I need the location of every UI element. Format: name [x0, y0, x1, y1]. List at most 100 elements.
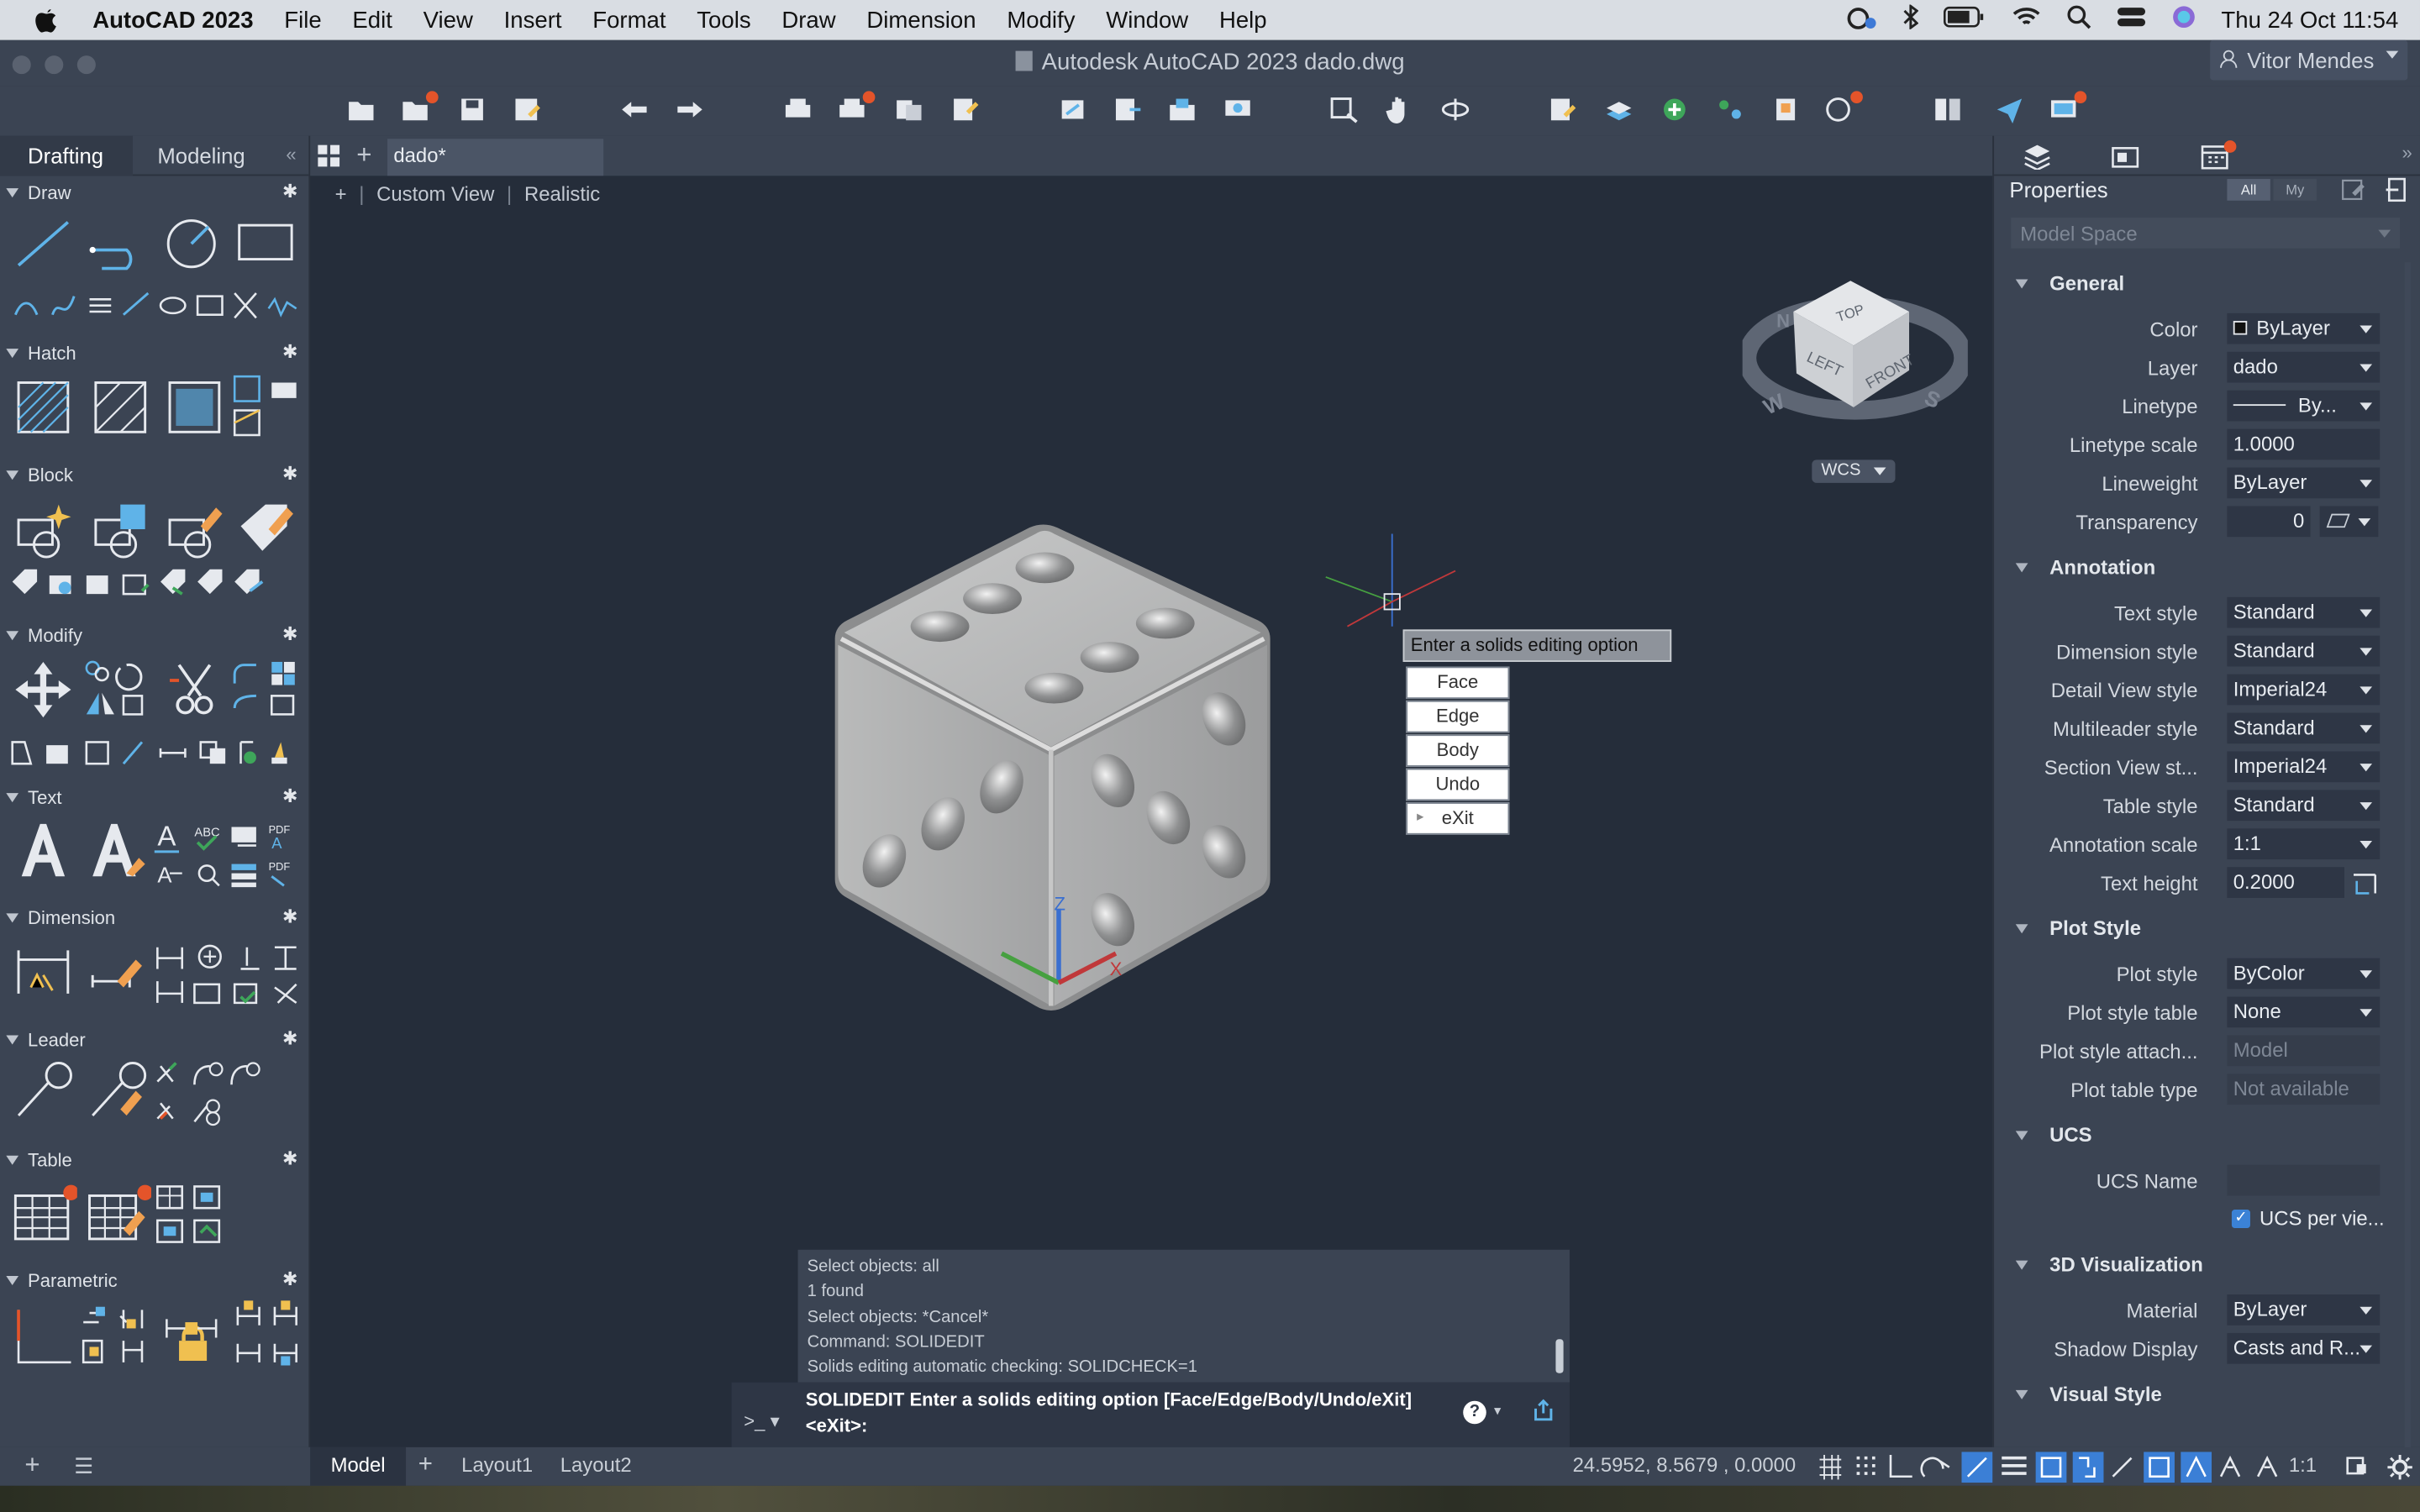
edit-block-icon[interactable]	[164, 498, 225, 559]
menu-tools[interactable]: Tools	[697, 7, 750, 33]
multileader-icon[interactable]	[13, 1060, 74, 1121]
gear-icon[interactable]: ✱	[282, 623, 297, 645]
annotation-scale[interactable]: 1:1	[2289, 1447, 2317, 1486]
annotation-scale-dropdown[interactable]: 1:1	[2227, 828, 2381, 860]
ucs-per-viewport-checkbox[interactable]: ✓	[2231, 1209, 2250, 1229]
collapse-palette-icon[interactable]: «	[286, 144, 296, 165]
battery-icon[interactable]	[1944, 6, 1986, 34]
user-account-menu[interactable]: Vitor Mendes	[2210, 39, 2408, 81]
geometric-constraint-icon[interactable]	[13, 1307, 74, 1368]
share-view-icon[interactable]	[1054, 91, 1091, 128]
multileader-style-dropdown[interactable]: Standard	[2227, 712, 2381, 744]
polyline-tool-icon[interactable]	[87, 213, 148, 274]
section-view-style-dropdown[interactable]: Imperial24	[2227, 751, 2381, 783]
text-small-tools-icon[interactable]: A ABC PDFA A PDF	[154, 817, 302, 891]
group-3d-visualization[interactable]: 3D Visualization	[1994, 1247, 2402, 1284]
view-name[interactable]: Custom View	[376, 182, 494, 206]
ucs-name-input[interactable]	[2227, 1164, 2381, 1196]
coordinates-readout[interactable]: 24.5952, 8.5679 , 0.0000	[1557, 1447, 1811, 1486]
option-edge[interactable]: Edge	[1406, 700, 1510, 733]
command-line[interactable]: >_ ▾ SOLIDEDIT Enter a solids editing op…	[731, 1382, 1570, 1447]
hatch-small-tools-icon[interactable]	[229, 373, 306, 441]
trim-icon[interactable]	[164, 659, 225, 720]
move-icon[interactable]	[13, 659, 74, 720]
line-tool-icon[interactable]	[13, 213, 74, 274]
filter-my-button[interactable]: My	[2273, 179, 2317, 201]
expand-palette-icon[interactable]: »	[2402, 142, 2412, 164]
zoom-window-icon[interactable]	[1326, 91, 1363, 128]
tab-modeling[interactable]: Modeling	[133, 135, 245, 176]
group-plot-style[interactable]: Plot Style	[1994, 911, 2402, 948]
filter-all-button[interactable]: All	[2227, 179, 2270, 201]
menu-edit[interactable]: Edit	[352, 7, 392, 33]
gear-icon[interactable]: ✱	[282, 1027, 297, 1049]
ucs-menu[interactable]: WCS	[1812, 459, 1896, 483]
start-tab-icon[interactable]	[317, 144, 341, 176]
selection-dropdown[interactable]: Model Space	[2011, 217, 2401, 249]
text-height-input[interactable]: 0.2000	[2227, 867, 2344, 898]
pick-point-icon[interactable]	[2350, 869, 2378, 896]
plot-style-table-dropdown[interactable]: None	[2227, 996, 2381, 1028]
dimension-icon[interactable]	[13, 941, 74, 1002]
search-icon[interactable]	[2067, 5, 2091, 36]
properties-palette-icon[interactable]	[1929, 91, 1966, 128]
table-icon[interactable]	[13, 1184, 77, 1245]
block-small-tools-icon[interactable]	[9, 566, 287, 603]
boundary-icon[interactable]	[164, 376, 225, 438]
add-icon[interactable]: +	[24, 1451, 39, 1482]
gear-icon[interactable]: ✱	[282, 463, 297, 485]
import-icon[interactable]	[1108, 91, 1145, 128]
etransmit-icon[interactable]	[1164, 91, 1201, 128]
status-toggle-icons[interactable]	[1817, 1452, 2357, 1483]
chevron-down-icon[interactable]: ▾	[1494, 1403, 1501, 1420]
leader-small-tools-icon[interactable]	[155, 1060, 278, 1128]
group-visual-style[interactable]: Visual Style	[1994, 1376, 2402, 1413]
parametric-tools-col-icon[interactable]	[81, 1304, 151, 1372]
option-undo[interactable]: Undo	[1406, 768, 1510, 801]
open-file-icon[interactable]	[398, 91, 439, 128]
dimensional-constraint-icon[interactable]	[160, 1298, 302, 1375]
attribute-icon[interactable]	[234, 498, 296, 559]
tab-dado[interactable]: dado*	[387, 139, 604, 176]
option-body[interactable]: Body	[1406, 734, 1510, 767]
gear-icon[interactable]: ✱	[282, 906, 297, 927]
hatch-icon[interactable]	[13, 376, 74, 438]
tab-layout1[interactable]: Layout1	[446, 1447, 549, 1486]
gear-icon[interactable]: ✱	[282, 181, 297, 202]
share-icon[interactable]	[1531, 1398, 1555, 1422]
control-center-icon[interactable]	[2117, 5, 2148, 36]
wifi-icon[interactable]	[2012, 5, 2043, 36]
material-dropdown[interactable]: ByLayer	[2227, 1294, 2381, 1326]
tab-drafting[interactable]: Drafting	[0, 134, 133, 176]
multileader-style-icon[interactable]	[87, 1060, 148, 1121]
display-settings-icon[interactable]	[2047, 91, 2087, 128]
menu-format[interactable]: Format	[592, 7, 666, 33]
export-pdf-icon[interactable]	[946, 91, 983, 128]
quick-select-icon[interactable]	[2339, 176, 2367, 203]
menu-view[interactable]: View	[424, 7, 473, 33]
color-dropdown[interactable]: ByLayer	[2227, 312, 2381, 344]
table-style-icon[interactable]	[87, 1184, 151, 1245]
table-small-tools-icon[interactable]	[155, 1184, 232, 1252]
group-ucs[interactable]: UCS	[1994, 1117, 2402, 1154]
modify-tools-col-icon[interactable]	[83, 659, 154, 729]
send-icon[interactable]	[1991, 91, 2028, 128]
design-center-icon[interactable]	[1656, 91, 1693, 128]
linetype-dropdown[interactable]: By...	[2227, 390, 2381, 422]
menu-insert[interactable]: Insert	[504, 7, 562, 33]
history-scrollbar[interactable]	[1555, 1339, 1564, 1373]
save-as-icon[interactable]	[509, 91, 546, 128]
match-properties-icon[interactable]	[1545, 91, 1582, 128]
menu-draw[interactable]: Draw	[781, 7, 835, 33]
command-input[interactable]: SOLIDEDIT Enter a solids editing option …	[806, 1387, 1412, 1439]
dimension-style-dropdown[interactable]: Standard	[2227, 635, 2381, 667]
detail-view-style-dropdown[interactable]: Imperial24	[2227, 674, 2381, 706]
undo-icon[interactable]	[616, 91, 653, 128]
lineweight-dropdown[interactable]: ByLayer	[2227, 467, 2381, 499]
multiline-text-icon[interactable]	[13, 817, 74, 885]
batch-plot-icon[interactable]	[835, 91, 876, 128]
fillet-chamfer-icon[interactable]	[229, 659, 299, 720]
sheet-set-icon[interactable]	[1767, 91, 1804, 128]
blocks-tab-icon[interactable]	[2110, 142, 2141, 170]
siri-icon[interactable]	[2172, 5, 2196, 36]
